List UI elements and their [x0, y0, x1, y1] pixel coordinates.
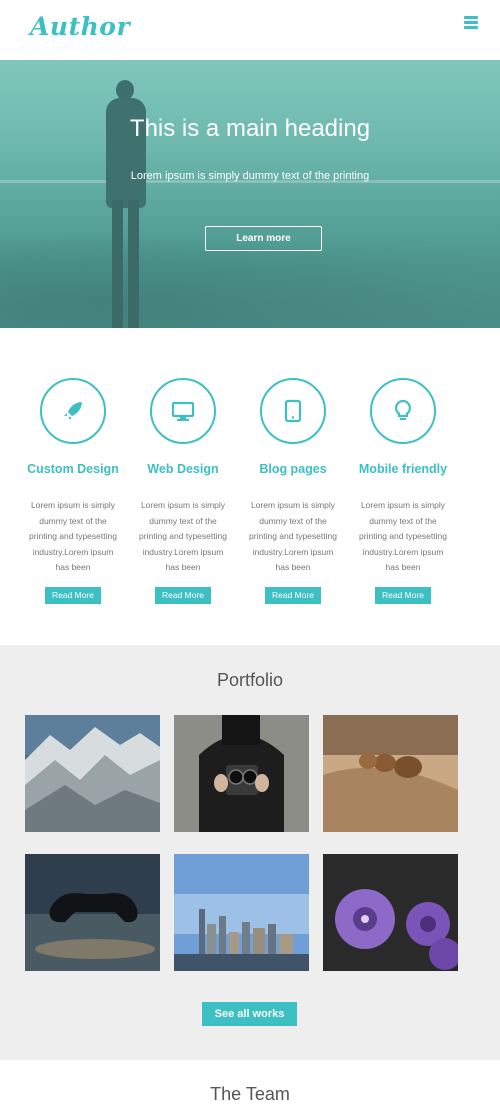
- portfolio-item-shells[interactable]: [323, 715, 458, 832]
- portfolio-title: Portfolio: [216, 670, 284, 690]
- read-more-button[interactable]: Read More: [45, 586, 101, 604]
- rocket-icon: [40, 378, 106, 444]
- hero-banner: This is a main heading Lorem ipsum is si…: [0, 60, 500, 328]
- team-title: The Team: [210, 1084, 290, 1104]
- read-more-button[interactable]: Read More: [265, 586, 321, 604]
- service-title: Web Design: [147, 462, 219, 476]
- hero-subtext: Lorem ipsum is simply dummy text of the …: [130, 170, 370, 182]
- service-text: Lorem ipsum is simply dummy text of the …: [29, 500, 117, 572]
- service-web-design: Web Design Lorem ipsum is simply dummy t…: [128, 378, 238, 604]
- portfolio-section: Portfolio See all works: [0, 645, 500, 1060]
- service-text: Lorem ipsum is simply dummy text of the …: [139, 500, 227, 572]
- portfolio-item-camera[interactable]: [174, 715, 309, 832]
- monitor-icon: [150, 378, 216, 444]
- portfolio-item-city-skyline[interactable]: [174, 854, 309, 971]
- services-section: Custom Design Lorem ipsum is simply dumm…: [0, 328, 500, 645]
- hamburger-icon[interactable]: [464, 16, 478, 30]
- portfolio-item-purple-flowers[interactable]: [323, 854, 458, 971]
- tablet-icon: [260, 378, 326, 444]
- service-blog-pages: Blog pages Lorem ipsum is simply dummy t…: [238, 378, 348, 604]
- service-title: Mobile friendly: [358, 462, 448, 476]
- service-title: Custom Design: [27, 462, 119, 476]
- team-section: The Team: [0, 1060, 500, 1104]
- read-more-button[interactable]: Read More: [155, 586, 211, 604]
- service-text: Lorem ipsum is simply dummy text of the …: [359, 500, 447, 572]
- read-more-button[interactable]: Read More: [375, 586, 431, 604]
- portfolio-item-mountains[interactable]: [25, 715, 160, 832]
- hero-heading: This is a main heading: [129, 115, 371, 142]
- portfolio-item-gamepad[interactable]: [25, 854, 160, 971]
- see-all-works-button[interactable]: See all works: [202, 1002, 297, 1026]
- logo[interactable]: Author: [30, 12, 130, 41]
- service-custom-design: Custom Design Lorem ipsum is simply dumm…: [18, 378, 128, 604]
- learn-more-button[interactable]: Learn more: [205, 226, 322, 251]
- service-mobile-friendly: Mobile friendly Lorem ipsum is simply du…: [348, 378, 458, 604]
- service-text: Lorem ipsum is simply dummy text of the …: [249, 500, 337, 572]
- lightbulb-icon: [370, 378, 436, 444]
- navbar: Author: [0, 0, 500, 60]
- service-title: Blog pages: [259, 462, 327, 476]
